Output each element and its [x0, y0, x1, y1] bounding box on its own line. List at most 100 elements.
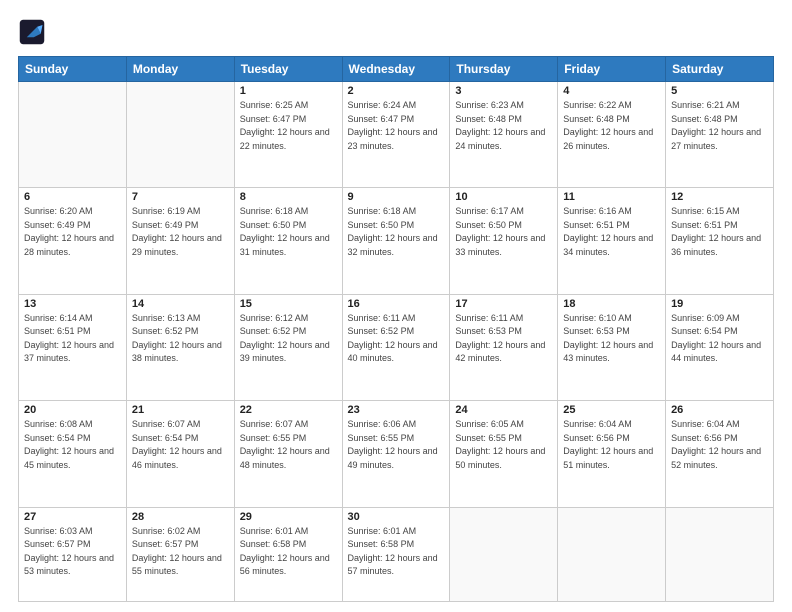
calendar-cell: 14 Sunrise: 6:13 AM Sunset: 6:52 PM Dayli…: [126, 294, 234, 400]
logo-icon: [18, 18, 46, 46]
header: [18, 18, 774, 46]
calendar-cell: 16 Sunrise: 6:11 AM Sunset: 6:52 PM Dayli…: [342, 294, 450, 400]
day-number: 15: [240, 298, 337, 310]
weekday-header-sunday: Sunday: [19, 57, 127, 82]
day-number: 20: [24, 404, 121, 416]
calendar-cell: 6 Sunrise: 6:20 AM Sunset: 6:49 PM Daylig…: [19, 188, 127, 294]
calendar-table: SundayMondayTuesdayWednesdayThursdayFrid…: [18, 56, 774, 602]
day-number: 10: [455, 191, 552, 203]
week-row-4: 20 Sunrise: 6:08 AM Sunset: 6:54 PM Dayli…: [19, 401, 774, 507]
weekday-header-friday: Friday: [558, 57, 666, 82]
weekday-header-saturday: Saturday: [666, 57, 774, 82]
day-number: 22: [240, 404, 337, 416]
calendar-cell: [450, 507, 558, 601]
day-info: Sunrise: 6:16 AM Sunset: 6:51 PM Dayligh…: [563, 205, 660, 259]
calendar-cell: 2 Sunrise: 6:24 AM Sunset: 6:47 PM Daylig…: [342, 82, 450, 188]
day-info: Sunrise: 6:06 AM Sunset: 6:55 PM Dayligh…: [348, 418, 445, 472]
calendar-cell: 18 Sunrise: 6:10 AM Sunset: 6:53 PM Dayli…: [558, 294, 666, 400]
calendar-cell: 30Sunrise: 6:01 AM Sunset: 6:58 PM Dayli…: [342, 507, 450, 601]
week-row-1: 1 Sunrise: 6:25 AM Sunset: 6:47 PM Daylig…: [19, 82, 774, 188]
day-info: Sunrise: 6:01 AM Sunset: 6:58 PM Dayligh…: [240, 525, 337, 579]
calendar-cell: [19, 82, 127, 188]
calendar-cell: 28 Sunrise: 6:02 AM Sunset: 6:57 PM Dayli…: [126, 507, 234, 601]
calendar-cell: [558, 507, 666, 601]
day-info: Sunrise: 6:10 AM Sunset: 6:53 PM Dayligh…: [563, 312, 660, 366]
day-number: 2: [348, 85, 445, 97]
calendar-cell: 25Sunrise: 6:04 AM Sunset: 6:56 PM Dayli…: [558, 401, 666, 507]
day-info: Sunrise: 6:18 AM Sunset: 6:50 PM Dayligh…: [348, 205, 445, 259]
day-info: Sunrise: 6:13 AM Sunset: 6:52 PM Dayligh…: [132, 312, 229, 366]
weekday-header-wednesday: Wednesday: [342, 57, 450, 82]
day-number: 6: [24, 191, 121, 203]
week-row-2: 6 Sunrise: 6:20 AM Sunset: 6:49 PM Daylig…: [19, 188, 774, 294]
day-info: Sunrise: 6:07 AM Sunset: 6:54 PM Dayligh…: [132, 418, 229, 472]
day-info: Sunrise: 6:19 AM Sunset: 6:49 PM Dayligh…: [132, 205, 229, 259]
weekday-header-row: SundayMondayTuesdayWednesdayThursdayFrid…: [19, 57, 774, 82]
day-number: 17: [455, 298, 552, 310]
day-info: Sunrise: 6:11 AM Sunset: 6:53 PM Dayligh…: [455, 312, 552, 366]
day-number: 21: [132, 404, 229, 416]
calendar-cell: 26Sunrise: 6:04 AM Sunset: 6:56 PM Dayli…: [666, 401, 774, 507]
day-number: 18: [563, 298, 660, 310]
day-number: 8: [240, 191, 337, 203]
day-info: Sunrise: 6:04 AM Sunset: 6:56 PM Dayligh…: [671, 418, 768, 472]
day-number: 7: [132, 191, 229, 203]
day-number: 25: [563, 404, 660, 416]
day-info: Sunrise: 6:01 AM Sunset: 6:58 PM Dayligh…: [348, 525, 445, 579]
day-number: 16: [348, 298, 445, 310]
weekday-header-tuesday: Tuesday: [234, 57, 342, 82]
day-info: Sunrise: 6:07 AM Sunset: 6:55 PM Dayligh…: [240, 418, 337, 472]
day-info: Sunrise: 6:25 AM Sunset: 6:47 PM Dayligh…: [240, 99, 337, 153]
day-number: 23: [348, 404, 445, 416]
calendar-cell: 22 Sunrise: 6:07 AM Sunset: 6:55 PM Dayli…: [234, 401, 342, 507]
day-info: Sunrise: 6:12 AM Sunset: 6:52 PM Dayligh…: [240, 312, 337, 366]
calendar-cell: 8 Sunrise: 6:18 AM Sunset: 6:50 PM Daylig…: [234, 188, 342, 294]
week-row-3: 13 Sunrise: 6:14 AM Sunset: 6:51 PM Dayli…: [19, 294, 774, 400]
day-number: 28: [132, 511, 229, 523]
weekday-header-thursday: Thursday: [450, 57, 558, 82]
calendar-cell: 4 Sunrise: 6:22 AM Sunset: 6:48 PM Daylig…: [558, 82, 666, 188]
day-number: 4: [563, 85, 660, 97]
day-info: Sunrise: 6:23 AM Sunset: 6:48 PM Dayligh…: [455, 99, 552, 153]
week-row-5: 27 Sunrise: 6:03 AM Sunset: 6:57 PM Dayli…: [19, 507, 774, 601]
calendar-cell: 3 Sunrise: 6:23 AM Sunset: 6:48 PM Daylig…: [450, 82, 558, 188]
day-number: 11: [563, 191, 660, 203]
day-number: 13: [24, 298, 121, 310]
calendar-cell: 5Sunrise: 6:21 AM Sunset: 6:48 PM Daylig…: [666, 82, 774, 188]
logo: [18, 18, 50, 46]
day-info: Sunrise: 6:11 AM Sunset: 6:52 PM Dayligh…: [348, 312, 445, 366]
day-number: 3: [455, 85, 552, 97]
day-number: 9: [348, 191, 445, 203]
calendar-cell: 9 Sunrise: 6:18 AM Sunset: 6:50 PM Daylig…: [342, 188, 450, 294]
day-info: Sunrise: 6:08 AM Sunset: 6:54 PM Dayligh…: [24, 418, 121, 472]
day-info: Sunrise: 6:24 AM Sunset: 6:47 PM Dayligh…: [348, 99, 445, 153]
day-number: 24: [455, 404, 552, 416]
calendar-cell: 19Sunrise: 6:09 AM Sunset: 6:54 PM Dayli…: [666, 294, 774, 400]
calendar-cell: 13 Sunrise: 6:14 AM Sunset: 6:51 PM Dayli…: [19, 294, 127, 400]
day-info: Sunrise: 6:03 AM Sunset: 6:57 PM Dayligh…: [24, 525, 121, 579]
calendar-cell: 24 Sunrise: 6:05 AM Sunset: 6:55 PM Dayli…: [450, 401, 558, 507]
calendar-cell: [126, 82, 234, 188]
calendar-cell: 12Sunrise: 6:15 AM Sunset: 6:51 PM Dayli…: [666, 188, 774, 294]
day-info: Sunrise: 6:14 AM Sunset: 6:51 PM Dayligh…: [24, 312, 121, 366]
day-number: 12: [671, 191, 768, 203]
day-info: Sunrise: 6:17 AM Sunset: 6:50 PM Dayligh…: [455, 205, 552, 259]
day-number: 1: [240, 85, 337, 97]
day-info: Sunrise: 6:18 AM Sunset: 6:50 PM Dayligh…: [240, 205, 337, 259]
calendar-cell: [666, 507, 774, 601]
calendar-cell: 7 Sunrise: 6:19 AM Sunset: 6:49 PM Daylig…: [126, 188, 234, 294]
day-info: Sunrise: 6:21 AM Sunset: 6:48 PM Dayligh…: [671, 99, 768, 153]
day-info: Sunrise: 6:20 AM Sunset: 6:49 PM Dayligh…: [24, 205, 121, 259]
page: SundayMondayTuesdayWednesdayThursdayFrid…: [0, 0, 792, 612]
day-number: 14: [132, 298, 229, 310]
calendar-cell: 11 Sunrise: 6:16 AM Sunset: 6:51 PM Dayli…: [558, 188, 666, 294]
day-info: Sunrise: 6:22 AM Sunset: 6:48 PM Dayligh…: [563, 99, 660, 153]
calendar-cell: 20 Sunrise: 6:08 AM Sunset: 6:54 PM Dayli…: [19, 401, 127, 507]
day-number: 29: [240, 511, 337, 523]
day-info: Sunrise: 6:09 AM Sunset: 6:54 PM Dayligh…: [671, 312, 768, 366]
day-info: Sunrise: 6:02 AM Sunset: 6:57 PM Dayligh…: [132, 525, 229, 579]
day-number: 27: [24, 511, 121, 523]
day-info: Sunrise: 6:05 AM Sunset: 6:55 PM Dayligh…: [455, 418, 552, 472]
calendar-cell: 1 Sunrise: 6:25 AM Sunset: 6:47 PM Daylig…: [234, 82, 342, 188]
calendar-cell: 29 Sunrise: 6:01 AM Sunset: 6:58 PM Dayli…: [234, 507, 342, 601]
